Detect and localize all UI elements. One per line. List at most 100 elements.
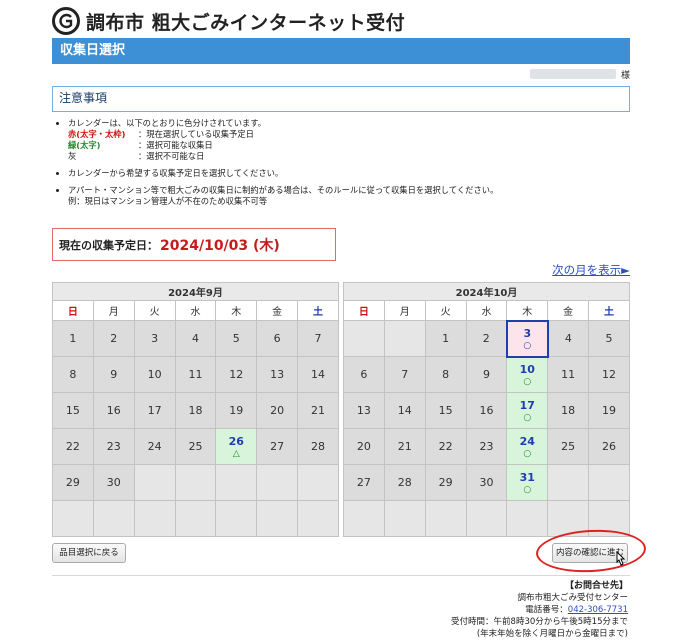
notice-heading: 注意事項: [52, 86, 630, 112]
weekday-label: 木: [215, 300, 258, 321]
calendar-day: 27: [256, 428, 299, 465]
day-number: 5: [605, 331, 613, 345]
day-number: 16: [106, 403, 121, 417]
calendar-day: 16: [92, 392, 135, 429]
availability-mark: △: [232, 448, 240, 459]
calendar-empty-cell: [133, 464, 176, 501]
day-number: 7: [314, 331, 322, 345]
phone-link[interactable]: 042-306-7731: [568, 605, 628, 615]
legend-red-desc: ：現在選択している収集予定日: [138, 129, 254, 139]
calendar-day: 12: [588, 356, 630, 393]
availability-mark: ○: [523, 376, 532, 387]
legend-gray-desc: ：選択不可能な日: [138, 151, 205, 161]
day-number: 27: [270, 439, 285, 453]
day-number: 9: [482, 367, 490, 381]
back-to-item-selection-button[interactable]: 品目選択に戻る: [52, 543, 126, 563]
day-number: 28: [397, 475, 412, 489]
calendar-day-available[interactable]: 24 ○: [506, 428, 549, 465]
notice-item-color-legend: カレンダーは、以下のとおりに色分けされています。 赤(太字・太枠) ：現在選択して…: [68, 118, 638, 162]
calendar-day: 4: [174, 320, 217, 357]
day-number: 29: [65, 475, 80, 489]
day-number: 31: [519, 470, 535, 484]
calendar-day: 8: [52, 356, 94, 393]
day-number: 23: [479, 439, 494, 453]
calendar-day: 22: [424, 428, 467, 465]
calendar-day-available[interactable]: 31 ○: [506, 464, 549, 501]
page-heading: 収集日選択: [52, 38, 630, 64]
contact-hours: 受付時間：午前8時30分から午後5時15分まで: [451, 617, 628, 627]
day-number: 15: [438, 403, 453, 417]
calendar-day: 11: [547, 356, 590, 393]
weekday-label: 月: [92, 300, 135, 321]
next-month-link[interactable]: 次の月を表示►: [552, 262, 630, 278]
contact-center-name: 調布市粗大ごみ受付センター: [517, 593, 628, 603]
calendar-empty-cell: [383, 320, 426, 357]
calendar-day-available[interactable]: 17 ○: [506, 392, 549, 429]
weekday-label: 火: [133, 300, 176, 321]
day-number: 4: [191, 331, 199, 345]
calendar-empty-cell: [133, 500, 176, 537]
calendar-day: 12: [215, 356, 258, 393]
day-number: 28: [311, 439, 326, 453]
weekday-label: 水: [465, 300, 508, 321]
calendar-day: 30: [92, 464, 135, 501]
calendar-empty-cell: [547, 464, 590, 501]
calendar-day: 27: [343, 464, 385, 501]
calendar-day: 18: [547, 392, 590, 429]
calendar-day: 28: [297, 428, 339, 465]
calendar-week-row: [52, 500, 339, 537]
calendar-week-row: 1 2 3 4 5 6 7: [52, 320, 339, 357]
day-number: 10: [147, 367, 162, 381]
calendar-week-row: 6 7 8 9 10 ○ 11 12: [343, 356, 630, 393]
notice-item-apartment: アパート・マンション等で粗大ごみの収集日に制約がある場合は、そのルールに従って収…: [68, 185, 638, 207]
calendar-empty-cell: [256, 500, 299, 537]
calendar-empty-cell: [297, 464, 339, 501]
day-number: 30: [106, 475, 121, 489]
calendar-day: 14: [297, 356, 339, 393]
calendar-empty-cell: [343, 500, 385, 537]
day-number: 30: [479, 475, 494, 489]
calendar-day: 29: [52, 464, 94, 501]
calendar-day: 22: [52, 428, 94, 465]
calendar-week-row: 29 30: [52, 464, 339, 501]
current-collection-date-box: 現在の収集予定日： 2024/10/03 (木): [52, 228, 336, 261]
contact-info: 【お問合せ先】 調布市粗大ごみ受付センター 電話番号：042-306-7731 …: [451, 580, 628, 640]
availability-mark: ○: [523, 340, 532, 351]
calendar-empty-cell: [215, 500, 258, 537]
day-number: 22: [65, 439, 80, 453]
calendar-day-selected[interactable]: 3 ○: [505, 319, 549, 358]
day-number: 11: [188, 367, 203, 381]
weekday-label: 火: [424, 300, 467, 321]
calendar-day: 29: [424, 464, 467, 501]
calendar-day: 2: [92, 320, 135, 357]
notice-list: カレンダーは、以下のとおりに色分けされています。 赤(太字・太枠) ：現在選択して…: [58, 118, 638, 213]
calendar-day: 20: [343, 428, 385, 465]
day-number: 11: [561, 367, 576, 381]
day-number: 4: [564, 331, 572, 345]
calendar-empty-cell: [256, 464, 299, 501]
user-suffix: 様: [620, 71, 630, 81]
calendar-week-row: 27 28 29 30 31 ○: [343, 464, 630, 501]
calendar-day: 15: [52, 392, 94, 429]
calendar-empty-cell: [506, 500, 549, 537]
calendar-week-row: 13 14 15 16 17 ○ 18 19: [343, 392, 630, 429]
calendar-day: 2: [465, 320, 508, 357]
city-logo-icon: [52, 7, 80, 35]
calendar-day-available[interactable]: 10 ○: [506, 356, 549, 393]
day-number: 27: [356, 475, 371, 489]
day-number: 12: [602, 367, 617, 381]
day-number: 7: [401, 367, 409, 381]
day-number: 20: [356, 439, 371, 453]
notice-item-select: カレンダーから希望する収集予定日を選択してください。: [68, 168, 638, 179]
calendar-day: 11: [174, 356, 217, 393]
calendar-day: 13: [256, 356, 299, 393]
availability-mark: ○: [523, 484, 532, 495]
day-number: 2: [110, 331, 118, 345]
weekday-label: 日: [343, 300, 385, 321]
day-number: 3: [151, 331, 159, 345]
day-number: 24: [147, 439, 162, 453]
calendar-empty-cell: [92, 500, 135, 537]
calendar-day-available[interactable]: 26 △: [215, 428, 258, 465]
calendar-day: 19: [215, 392, 258, 429]
weekday-header: 日月火水木金土: [343, 300, 630, 321]
